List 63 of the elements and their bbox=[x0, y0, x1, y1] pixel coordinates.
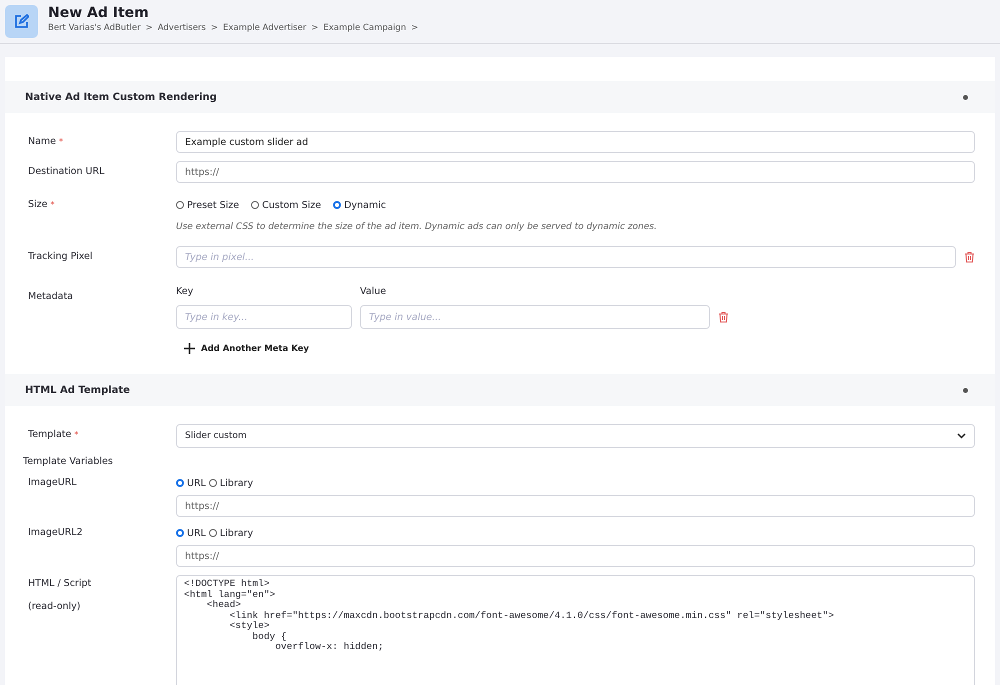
column-heading: Key bbox=[176, 286, 194, 297]
radio-option[interactable]: Library bbox=[208, 528, 254, 538]
radio-button[interactable] bbox=[333, 201, 342, 209]
url-field[interactable]: https:// bbox=[176, 495, 975, 517]
field-label: Size * bbox=[28, 199, 56, 210]
field-label: Name * bbox=[28, 136, 64, 147]
value-field[interactable]: Type in value... bbox=[360, 305, 710, 329]
breadcrumb-link[interactable]: Bert Varias's AdButler bbox=[48, 23, 141, 33]
radio-button[interactable] bbox=[176, 529, 184, 537]
field-label: Tracking Pixel bbox=[28, 251, 94, 262]
radio-button[interactable] bbox=[176, 479, 184, 487]
radio-button[interactable] bbox=[251, 201, 260, 209]
radio-button[interactable] bbox=[208, 529, 217, 537]
plus-icon bbox=[184, 343, 195, 354]
radio-button[interactable] bbox=[208, 479, 217, 487]
radio-button[interactable] bbox=[176, 201, 184, 209]
radio-option[interactable]: URL bbox=[176, 528, 206, 538]
code-line: <!DOCTYPE html> bbox=[184, 579, 271, 590]
radio-option[interactable]: Preset Size bbox=[176, 200, 240, 210]
code-line: <head> bbox=[206, 600, 242, 610]
field-label: HTML / Script bbox=[28, 578, 92, 589]
dot-icon[interactable] bbox=[963, 94, 968, 100]
subsection-heading: Template Variables bbox=[23, 456, 114, 467]
breadcrumb-link[interactable]: Example Campaign bbox=[323, 23, 406, 33]
template-select[interactable]: Slider custom bbox=[176, 424, 975, 448]
code-line: <link href="https://maxcdn.bootstrapcdn.com/font-awesome/4.1.0/css/font-awesome.min.css" rel="stylesheet"> bbox=[228, 610, 835, 621]
radio-option[interactable]: URL bbox=[176, 478, 206, 488]
text-field[interactable]: Example custom slider ad bbox=[176, 131, 975, 153]
code-line: <style> bbox=[228, 621, 271, 632]
breadcrumb-link[interactable]: Advertisers bbox=[158, 23, 206, 33]
code-line: <html lang="en"> bbox=[184, 590, 276, 600]
radio-option[interactable]: Custom Size bbox=[251, 200, 322, 210]
section-title: Native Ad Item Custom Rendering bbox=[25, 92, 217, 102]
breadcrumb-separator: > bbox=[210, 23, 218, 33]
edit-icon bbox=[14, 14, 29, 29]
field-label: Template * bbox=[28, 429, 80, 440]
radio-option[interactable]: Dynamic bbox=[333, 200, 386, 210]
code-line: overflow-x: hidden; bbox=[274, 642, 385, 652]
key-field[interactable]: Type in key... bbox=[176, 305, 352, 329]
field-label: Destination URL bbox=[28, 166, 106, 177]
field-sublabel: (read-only) bbox=[28, 601, 82, 612]
trash-icon[interactable] bbox=[718, 311, 729, 323]
field-label: ImageURL bbox=[28, 477, 78, 488]
section-title: HTML Ad Template bbox=[25, 384, 130, 396]
field-label: Metadata bbox=[28, 291, 74, 302]
hint-text: Use external CSS to determine the size of the ad item. Dynamic ads can only be served to dynamic zones. bbox=[176, 222, 658, 232]
text-field[interactable]: https:// bbox=[176, 161, 975, 183]
trash-icon[interactable] bbox=[964, 251, 975, 263]
field-label: ImageURL2 bbox=[28, 527, 84, 538]
code-editor[interactable]: <!DOCTYPE html> <html lang="en"> <head> <link href="https://maxcdn.bootstrapcdn.com/font-awesome/4.1.0/css/font-awesome.min.css" rel="stylesheet"> <style> body { overflow-x: hidden; bbox=[176, 575, 975, 685]
chevron-down-icon bbox=[957, 433, 966, 439]
page-title: New Ad Item bbox=[48, 5, 150, 21]
code-line: body { bbox=[251, 632, 288, 642]
radio-option[interactable]: Library bbox=[208, 478, 254, 488]
breadcrumb-separator: > bbox=[411, 23, 418, 33]
text-field[interactable]: Type in pixel... bbox=[176, 246, 956, 268]
add-meta-key-button[interactable]: Add Another Meta Key bbox=[176, 337, 317, 360]
breadcrumb-link[interactable]: Example Advertiser bbox=[222, 23, 306, 33]
dot-icon[interactable] bbox=[963, 388, 968, 392]
url-field[interactable]: https:// bbox=[176, 545, 975, 567]
column-heading: Value bbox=[360, 286, 386, 297]
breadcrumb-separator: > bbox=[311, 23, 318, 33]
breadcrumb-separator: > bbox=[146, 23, 153, 33]
